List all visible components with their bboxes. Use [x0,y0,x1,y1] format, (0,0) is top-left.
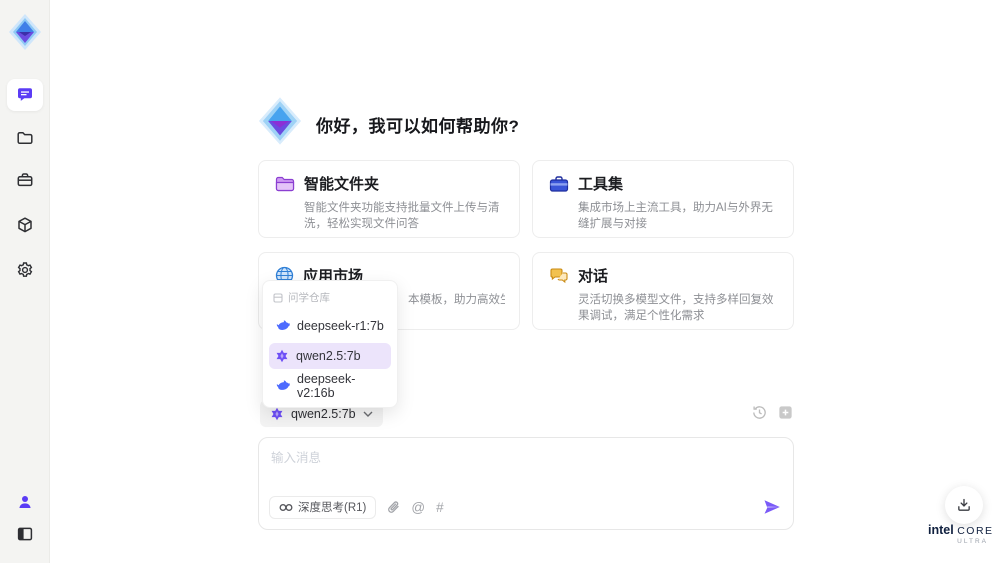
model-option-deepseek-r1[interactable]: deepseek-r1:7b [269,313,391,339]
model-selector-label: qwen2.5:7b [291,406,356,421]
card-description: 灵活切换多模型文件，支持多样回复效果调试，满足个性化需求 [578,294,774,322]
sidebar-item-models[interactable] [7,209,43,241]
message-input[interactable] [271,447,771,483]
download-icon [958,498,970,511]
deep-think-toggle[interactable]: 深度思考(R1) [269,495,377,519]
download-button[interactable] [945,486,983,524]
chevron-down-icon [363,411,373,417]
composer-toolbar: 深度思考(R1) @ # [269,495,781,519]
infinity-icon [279,503,293,511]
briefcase-icon [17,173,33,187]
card-title: 工具集 [578,176,624,193]
sidebar-item-chat[interactable] [7,79,43,111]
greeting-title: 你好，我可以如何帮助你? [316,117,520,136]
deepseek-icon [276,320,290,330]
blue-briefcase-icon [549,175,569,192]
app-window: 你好，我可以如何帮助你? 智能文件夹 智能文件夹功能支持批量文件上传与清洗，轻松… [0,0,1000,563]
composer: 深度思考(R1) @ # [258,437,794,530]
sidebar-item-account[interactable] [7,486,43,518]
greeting-logo-icon [258,97,302,145]
card-dialogue[interactable]: 对话 灵活切换多模型文件，支持多样回复效果调试，满足个性化需求 [532,252,794,330]
repository-icon [273,292,283,303]
qwen-icon [276,349,288,363]
hash-icon[interactable]: # [436,500,444,515]
history-icon[interactable] [751,404,768,421]
sidebar-item-folders[interactable] [7,122,43,154]
card-title: 智能文件夹 [304,176,380,193]
send-icon [764,500,780,514]
card-description: 集成市场上主流工具，助力AI与外界无缝扩展与对接 [578,202,773,230]
gear-icon [17,262,33,277]
send-button[interactable] [763,499,781,515]
cube-icon [18,217,32,233]
app-logo-icon [9,14,41,50]
deepseek-icon [276,380,290,390]
sidebar [0,0,50,563]
intel-logo-text: intel [928,523,954,537]
card-description: 智能文件夹功能支持批量文件上传与清洗，轻松实现文件问答 [304,202,500,230]
card-toolset[interactable]: 工具集 集成市场上主流工具，助力AI与外界无缝扩展与对接 [532,160,794,238]
amber-chat-icon [550,267,568,283]
model-dropdown-header: 问学仓库 [269,288,391,309]
at-icon[interactable]: @ [411,500,425,515]
model-option-qwen[interactable]: qwen2.5:7b [269,343,391,369]
intel-core-badge: intel core ultra [928,523,994,545]
composer-actions [751,404,794,421]
purple-folder-icon [275,176,295,191]
model-dropdown: 问学仓库 deepseek-r1:7b qwen2.5:7b deepseek-… [262,280,398,408]
card-title: 对话 [578,268,609,285]
user-icon [19,496,31,508]
sidebar-item-toolbox[interactable] [7,164,43,196]
card-smart-folders[interactable]: 智能文件夹 智能文件夹功能支持批量文件上传与清洗，轻松实现文件问答 [258,160,520,238]
folder-icon [17,131,33,145]
model-option-deepseek-v2[interactable]: deepseek-v2:16b [269,372,391,400]
chat-icon [18,88,32,101]
paperclip-icon[interactable] [387,500,400,515]
sidebar-item-collapse[interactable] [7,518,43,550]
new-chat-icon[interactable] [777,404,794,421]
qwen-icon [271,407,283,420]
panel-toggle-icon [17,527,33,541]
sidebar-item-settings[interactable] [7,254,43,286]
